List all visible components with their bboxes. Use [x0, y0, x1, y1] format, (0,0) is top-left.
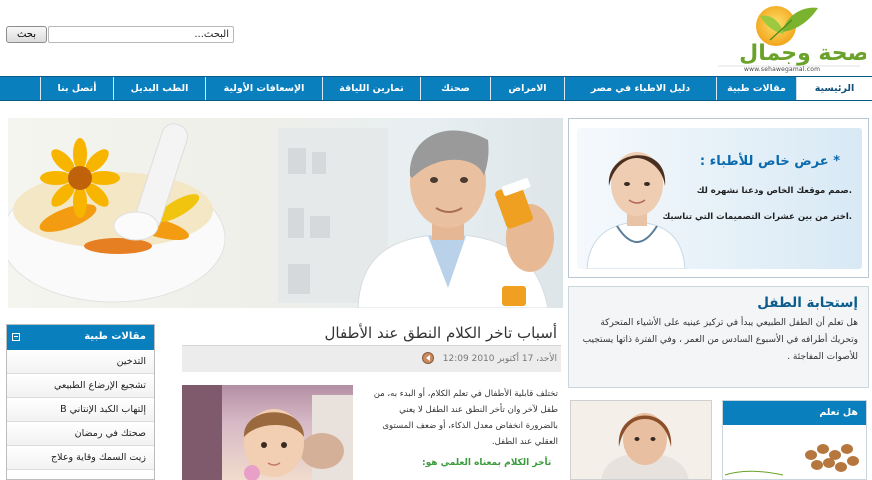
sidebar-title: مقالات طبية [84, 331, 146, 342]
sidebar-header: مقالات طبية [7, 325, 154, 350]
info-title[interactable]: إستجابة الطفل [579, 295, 858, 311]
offer-banner-inner: * عرض خاص للأطباء : .صمم موقعك الخاص ودع… [577, 128, 862, 269]
collapse-icon[interactable] [12, 333, 20, 341]
offer-line-1: .صمم موقعك الخاص ودعنا نشهره لك [696, 186, 852, 196]
info-text: هل تعلم أن الطفل الطبيعي يبدأ في تركيز ع… [582, 318, 858, 362]
article-date: الأحد، 17 أكتوبر 2010 12:09 [442, 354, 557, 364]
nav-item-diseases[interactable]: الامراض [490, 77, 564, 100]
site-logo[interactable]: صحة وجمال [710, 2, 866, 74]
logo-url-text: www.sehawegamal.com [744, 66, 821, 73]
date-icon [422, 352, 434, 364]
article-excerpt: تختلف قابلية الأطفال في تعلم الكلام، أو … [373, 389, 558, 447]
site-header: بحث صحة وجمال www.sehawegamal.com [0, 0, 872, 76]
article-subheading: تأخر الكلام بمعناه العلمي هو: [422, 458, 552, 468]
nav-item-your-health[interactable]: صحتك [420, 77, 490, 100]
doctor-offer-banner[interactable]: * عرض خاص للأطباء : .صمم موقعك الخاص ودع… [568, 118, 869, 278]
article-image[interactable] [182, 385, 353, 480]
baby-image [182, 385, 353, 480]
did-you-know-box: هل تعلم [722, 400, 867, 480]
article-meta: الأحد، 17 أكتوبر 2010 12:09 [182, 346, 561, 372]
did-you-know-child-box: إستجابة الطفل هل تعلم أن الطفل الطبيعي ي… [568, 286, 869, 388]
article-title[interactable]: أسباب تاخر الكلام النطق عند الأطفال [182, 320, 561, 346]
search-input[interactable] [48, 26, 234, 43]
sidebar-item-fish-oil[interactable]: زيت السمك وقاية وعلاج [7, 446, 154, 470]
woman-photo-box[interactable] [570, 400, 712, 480]
sidebar-medical-articles: مقالات طبية التدخين تشجيع الإرضاع الطبيع… [6, 324, 155, 480]
hero-illustration [8, 123, 554, 308]
search-button[interactable]: بحث [6, 26, 47, 43]
nav-item-home[interactable]: الرئيسية [796, 77, 872, 100]
did-you-know-title: هل تعلم [723, 401, 866, 425]
nav-item-doctors-guide[interactable]: دليل الاطباء في مصر [564, 77, 716, 100]
nuts-image [724, 444, 859, 476]
nav-item-contact[interactable]: أتصل بنا [40, 77, 113, 100]
offer-line-2: .اختر من بين عشرات التصميمات التي تناسبك [662, 212, 852, 222]
nav-item-fitness[interactable]: تمارين اللياقة [322, 77, 420, 100]
nav-item-alternative-medicine[interactable]: الطب البديل [113, 77, 205, 100]
hero-banner[interactable] [8, 118, 563, 308]
sidebar-item-ramadan-health[interactable]: صحتك في رمضان [7, 422, 154, 446]
nurse-image [586, 152, 686, 269]
sidebar-item-smoking[interactable]: التدخين [7, 350, 154, 374]
main-nav: الرئيسية مقالات طبية دليل الاطباء في مصر… [0, 76, 872, 101]
logo-text: صحة وجمال [739, 41, 866, 66]
nav-item-medical-articles[interactable]: مقالات طبية [716, 77, 796, 100]
main-article: أسباب تاخر الكلام النطق عند الأطفال الأح… [182, 320, 561, 480]
sidebar-item-breastfeeding[interactable]: تشجيع الإرضاع الطبيعي [7, 374, 154, 398]
woman-image [571, 401, 711, 479]
offer-title: * عرض خاص للأطباء : [699, 154, 840, 169]
nav-item-first-aid[interactable]: الإسعافات الأولية [205, 77, 322, 100]
sidebar-item-hepatitis-b[interactable]: إلتهاب الكبد الإنتاني B [7, 398, 154, 422]
